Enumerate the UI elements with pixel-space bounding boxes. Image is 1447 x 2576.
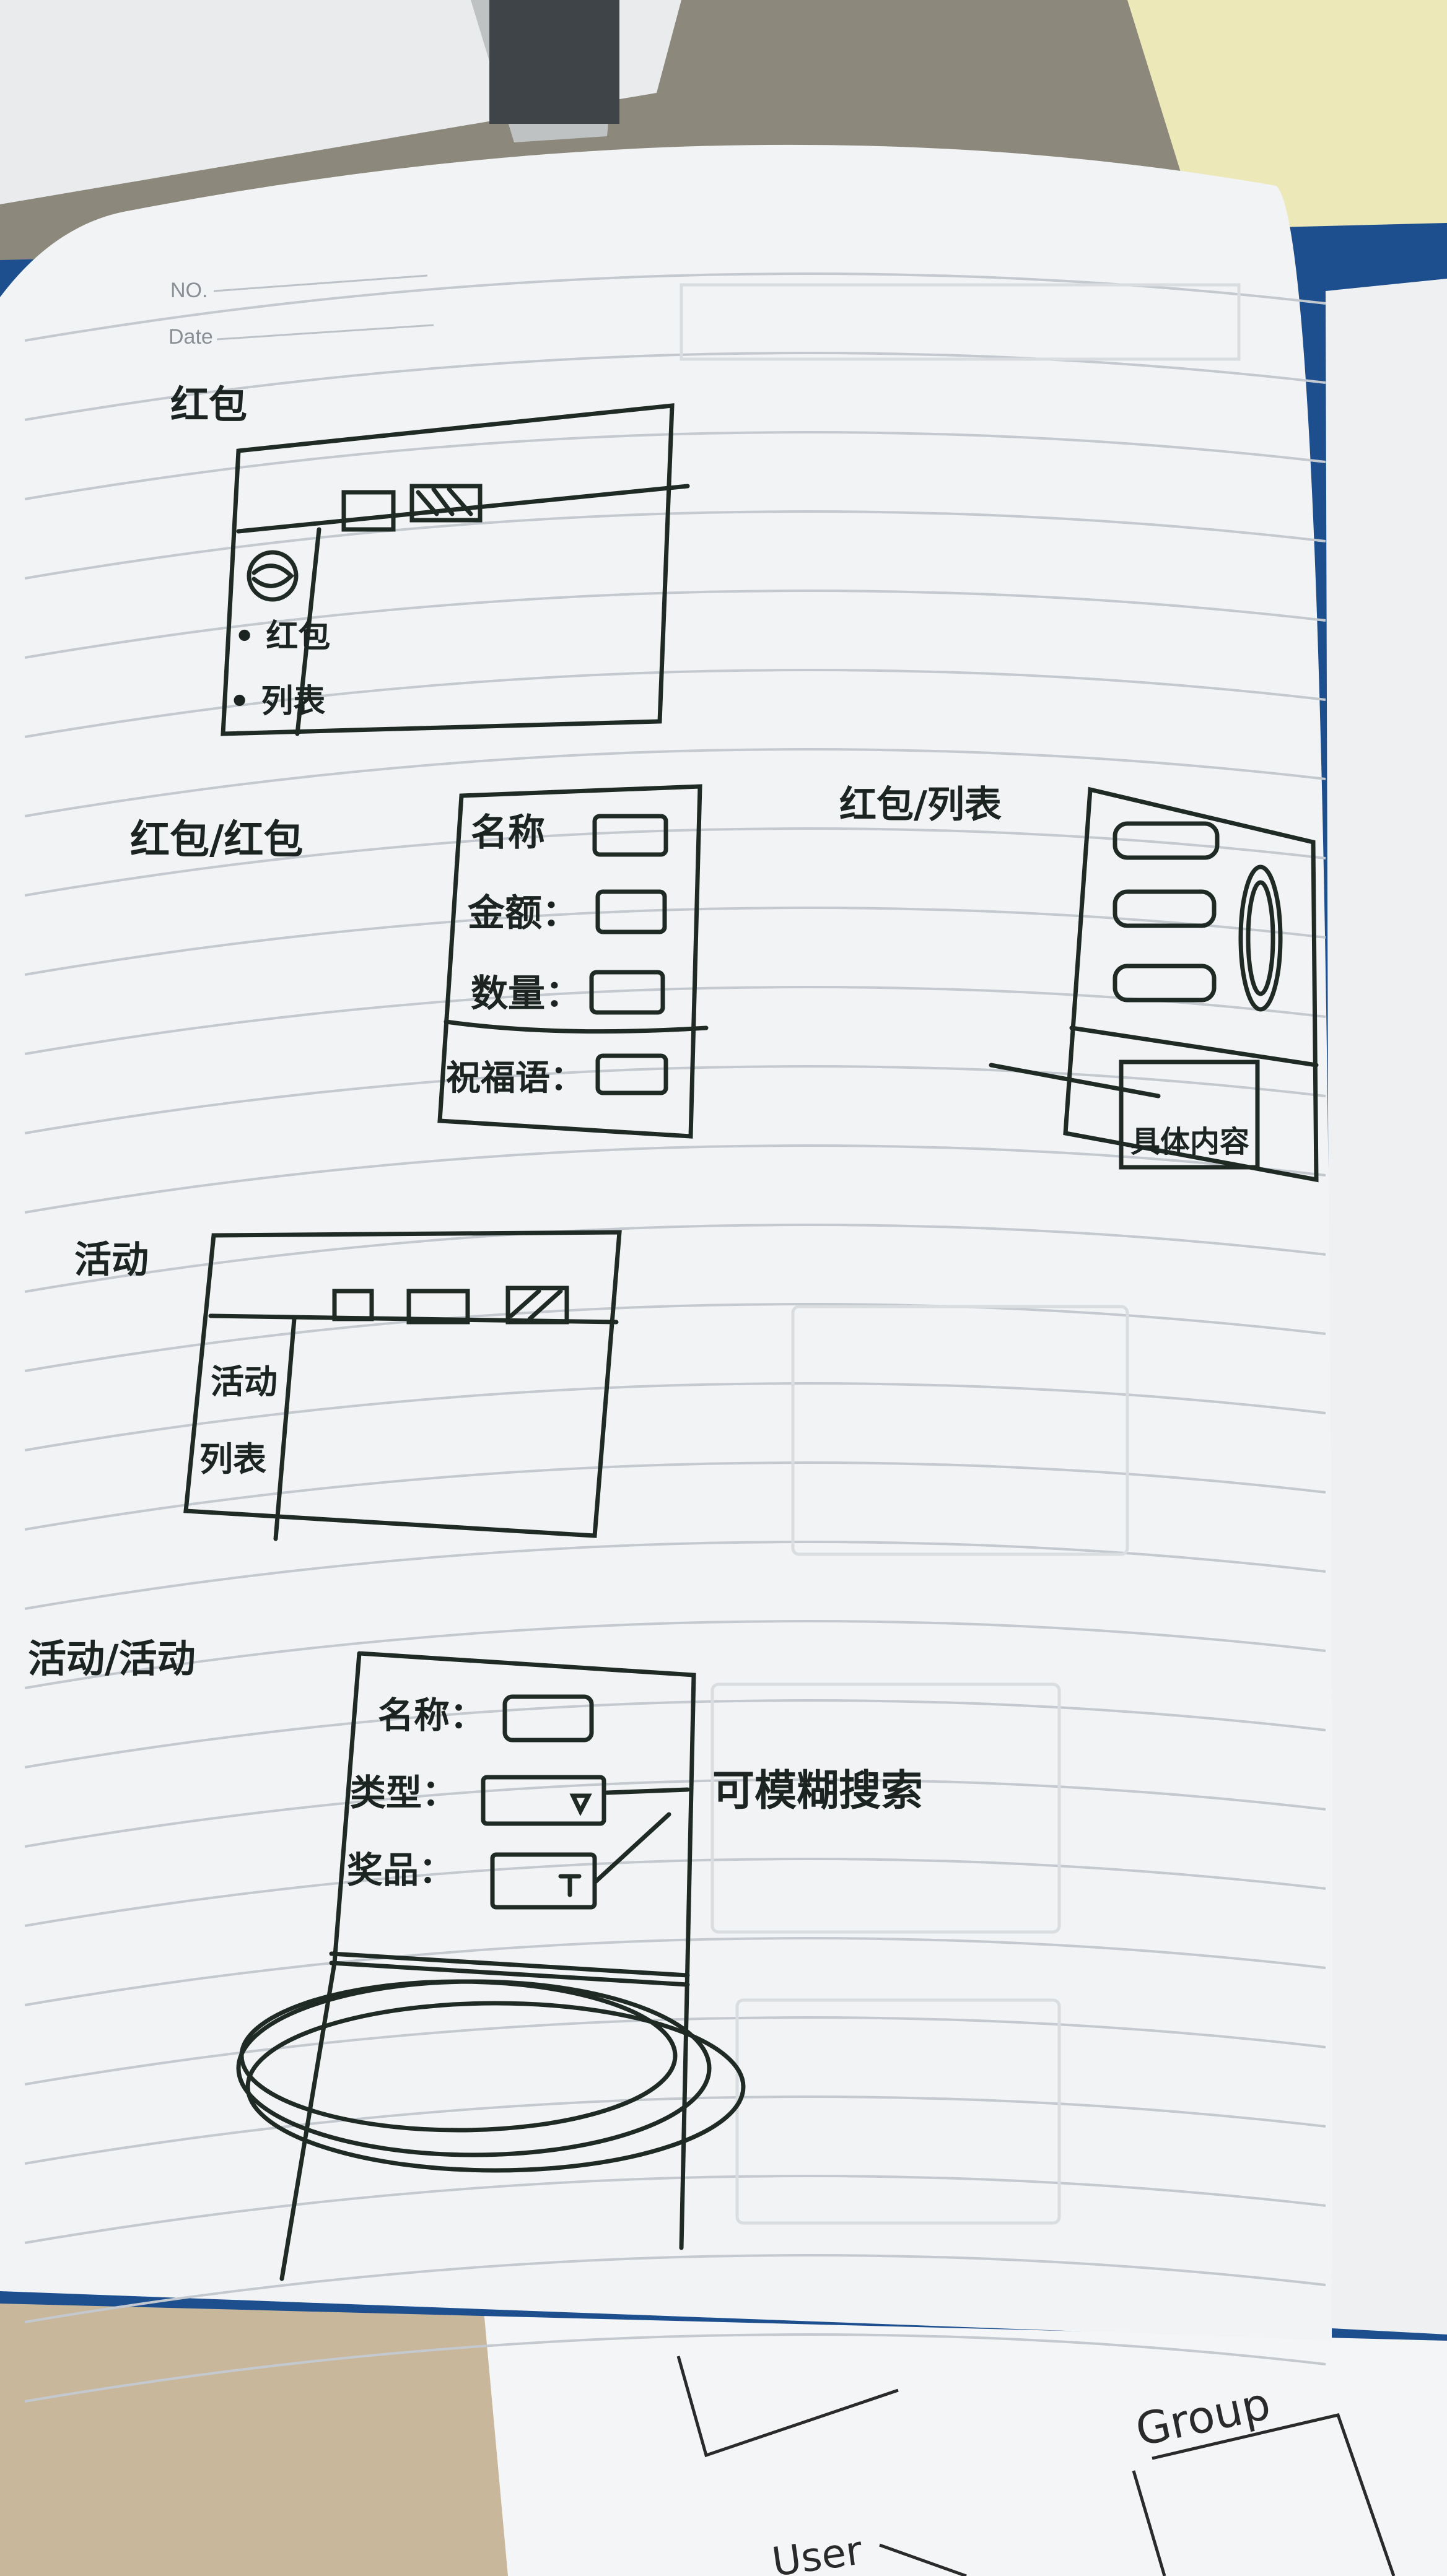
red-packet-form-field-1: 金额： [468,892,579,935]
activity-sidebar-item-0: 活动 [211,1362,278,1401]
red-packet-form-field-3: 祝福语： [446,1058,585,1099]
sketch-title-red-packet-list: 红包/列表 [839,783,1002,827]
printed-no-label: NO. [170,279,208,302]
activity-form-field-0: 名称： [378,1694,486,1736]
background-sheet [483,2304,1447,2576]
printed-date-label: Date [168,325,213,349]
binder-clip [489,0,619,124]
red-packet-sidebar-item-1: • 列表 [229,683,325,720]
red-packet-form-field-2: 数量： [471,972,582,1016]
red-packet-form-field-0: 名称 [471,811,545,855]
sketch-title-red-packet: 红包 [170,382,247,427]
sketch-title-activity: 活动 [74,1238,149,1282]
red-packet-sidebar-item-0: • 红包 [234,618,330,655]
activity-form-note: 可模糊搜索 [712,1767,923,1816]
sketch-title-activity-form: 活动/活动 [28,1636,196,1681]
activity-form-field-1: 类型： [350,1772,458,1814]
red-packet-list-detail: 具体内容 [1130,1125,1249,1159]
activity-sidebar-item-1: 列表 [199,1440,266,1479]
sketch-title-red-packet-form: 红包/红包 [130,817,303,863]
right-page [1326,279,1447,2334]
left-page [0,144,1332,2341]
notebook-photo: NO. Date 红包 • 红包 • 列表 红包/红包 名称 金额： 数量： 祝… [0,0,1447,2576]
activity-form-field-2: 奖品： [347,1849,455,1891]
